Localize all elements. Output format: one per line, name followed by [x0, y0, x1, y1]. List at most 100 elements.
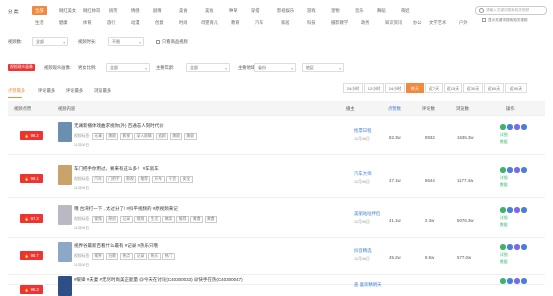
data-link[interactable]: 数据 [500, 183, 508, 188]
video-tag[interactable]: 深入剧情 [134, 133, 155, 140]
play-icon[interactable] [507, 244, 513, 250]
keyword-checkbox[interactable]: 显示关键词搜索相关视频 [482, 18, 528, 23]
video-tag[interactable]: 热门 [162, 253, 175, 260]
category-chip[interactable]: 教育 [228, 18, 243, 27]
video-tag[interactable]: 追剧 [155, 133, 169, 140]
category-chip[interactable]: 舞蹈 [374, 6, 389, 15]
period-option[interactable]: 24小时 [343, 83, 363, 93]
detail-link[interactable]: 详细 [500, 253, 508, 258]
category-chip[interactable]: 汽车 [252, 18, 267, 27]
video-tag[interactable]: 美剧 [183, 133, 197, 140]
category-chip[interactable]: 文学艺术 [426, 18, 449, 27]
video-tag[interactable]: 影视 [119, 133, 133, 140]
category-chip[interactable]: 萌娃 [398, 6, 413, 15]
play-icon[interactable] [507, 124, 513, 130]
category-chip[interactable]: 网红美女 [56, 6, 79, 15]
col-comments[interactable]: 评论数 [422, 106, 435, 112]
detail-link[interactable]: 详细 [500, 176, 508, 181]
video-tag[interactable]: 视频 [91, 216, 105, 223]
category-chip[interactable]: 动漫 [128, 18, 143, 27]
video-tag[interactable]: 视频 [134, 216, 147, 223]
period-option[interactable]: 昨天 [406, 83, 424, 93]
col-likes[interactable]: 点赞数 [388, 106, 401, 112]
category-chip[interactable]: 旅行 [104, 18, 119, 27]
period-option[interactable]: 24小时 [385, 83, 405, 93]
video-title[interactable]: 无澜新播体戏曲求视你(外) 百通志人刻时代价 [74, 123, 164, 129]
data-link[interactable]: 数据 [500, 140, 508, 145]
detail-icon[interactable] [500, 278, 506, 284]
video-tag[interactable]: 记录 [134, 253, 147, 260]
video-tag[interactable]: 无澜 [91, 133, 105, 140]
detail-icon[interactable] [500, 167, 506, 173]
video-tag[interactable]: 影视 [123, 176, 137, 183]
col-shares[interactable]: 浏览数 [456, 106, 469, 112]
category-chip[interactable]: 网红帅哥 [80, 6, 103, 15]
favorite-icon[interactable] [514, 167, 520, 173]
category-chip[interactable]: 种草 [226, 6, 241, 15]
video-tag[interactable]: 热乐 [148, 253, 161, 260]
category-chip[interactable]: 创意 [152, 18, 167, 27]
category-chip[interactable]: 全部 [32, 6, 47, 15]
category-chip[interactable]: 宠物 [328, 6, 343, 15]
detail-link[interactable]: 详细 [500, 133, 508, 138]
detail-icon[interactable] [500, 124, 506, 130]
video-thumbnail[interactable] [58, 165, 72, 185]
video-tag[interactable]: 安全 [180, 176, 193, 183]
video-tag[interactable]: 美剧 [105, 133, 119, 140]
video-thumbnail[interactable] [58, 276, 72, 296]
blogger-name[interactable]: 汽车大师 [354, 171, 372, 177]
video-title[interactable]: #暖锋 #夫妻 #无尽时尚美正能量 @今天在讨论(C40300033) @快手在… [74, 277, 243, 283]
filter-select-videos[interactable]: 全部 ▾ [32, 37, 68, 46]
category-chip[interactable]: 时尚 [176, 18, 191, 27]
favorite-icon[interactable] [514, 124, 520, 130]
data-link[interactable]: 数据 [500, 260, 508, 265]
video-title[interactable]: 车门把手你用过，要来有这么多！ #车就车 [74, 166, 159, 172]
share-icon[interactable] [521, 124, 527, 130]
category-chip[interactable]: 政务 [358, 18, 373, 27]
video-thumbnail[interactable] [58, 122, 72, 142]
video-tag[interactable]: 原创 [105, 216, 119, 223]
category-chip[interactable]: 科技 [304, 18, 319, 27]
category-chip[interactable]: 剧情 [150, 6, 165, 15]
period-option[interactable]: 近90天 [505, 83, 527, 93]
detail-icon[interactable] [500, 207, 506, 213]
video-title[interactable]: 视界谷最新百看什么最有 #记录 #热乐只哦 [74, 243, 158, 249]
blogger-name[interactable]: 盖 喜欢精明天 [354, 282, 382, 288]
video-tag[interactable]: 生活 [148, 216, 161, 223]
video-tag[interactable]: 视界 [91, 253, 105, 260]
play-icon[interactable] [507, 167, 513, 173]
category-chip[interactable]: 母婴育儿 [198, 18, 221, 27]
video-tag[interactable]: 谷歌 [105, 253, 119, 260]
category-chip[interactable]: 影视娱乐 [274, 6, 297, 15]
video-tag[interactable]: 干货 [166, 176, 179, 183]
detail-link[interactable]: 详细 [500, 216, 508, 221]
sort-tab[interactable]: 点赞最多 [8, 88, 25, 94]
category-chip[interactable]: 游戏 [304, 6, 319, 15]
period-option[interactable]: 近15天 [444, 83, 462, 93]
col-rank[interactable]: 视频点赞 [14, 106, 31, 112]
share-icon[interactable] [521, 207, 527, 213]
favorite-icon[interactable] [514, 207, 520, 213]
period-option[interactable]: 12小时 [364, 83, 384, 93]
favorite-icon[interactable] [514, 278, 520, 284]
video-title[interactable]: 哦 台湾打一下 , 太过分了! #抖平视频的 #原视频来记 [74, 206, 178, 212]
sort-tab[interactable]: 评论最多 [66, 88, 83, 94]
category-chip[interactable]: 情感 [128, 6, 143, 15]
play-icon[interactable] [507, 278, 513, 284]
category-chip[interactable]: 知识资讯 [382, 18, 405, 27]
search-input[interactable]: 请输入关键词搜索相关视频 [475, 6, 547, 15]
video-tag[interactable]: 汽车 [91, 176, 105, 183]
city-select[interactable]: 地区 ▾ [302, 63, 344, 72]
category-chip[interactable]: 生活 [32, 18, 47, 27]
category-chip[interactable]: 美妆 [202, 6, 217, 15]
video-tag[interactable]: 记录 [119, 216, 133, 223]
category-chip[interactable]: 美食 [176, 6, 191, 15]
age-select[interactable]: 全部 ▾ [186, 63, 230, 72]
video-thumbnail[interactable] [58, 205, 72, 225]
sort-tab[interactable]: 浏览最多 [94, 88, 111, 94]
period-option[interactable]: 近7天 [425, 83, 443, 93]
video-thumbnail[interactable] [58, 242, 72, 262]
video-tag[interactable]: 美食 [190, 216, 203, 223]
category-chip[interactable]: 家居 [278, 18, 293, 27]
gender-select[interactable]: 全部 ▾ [106, 63, 150, 72]
